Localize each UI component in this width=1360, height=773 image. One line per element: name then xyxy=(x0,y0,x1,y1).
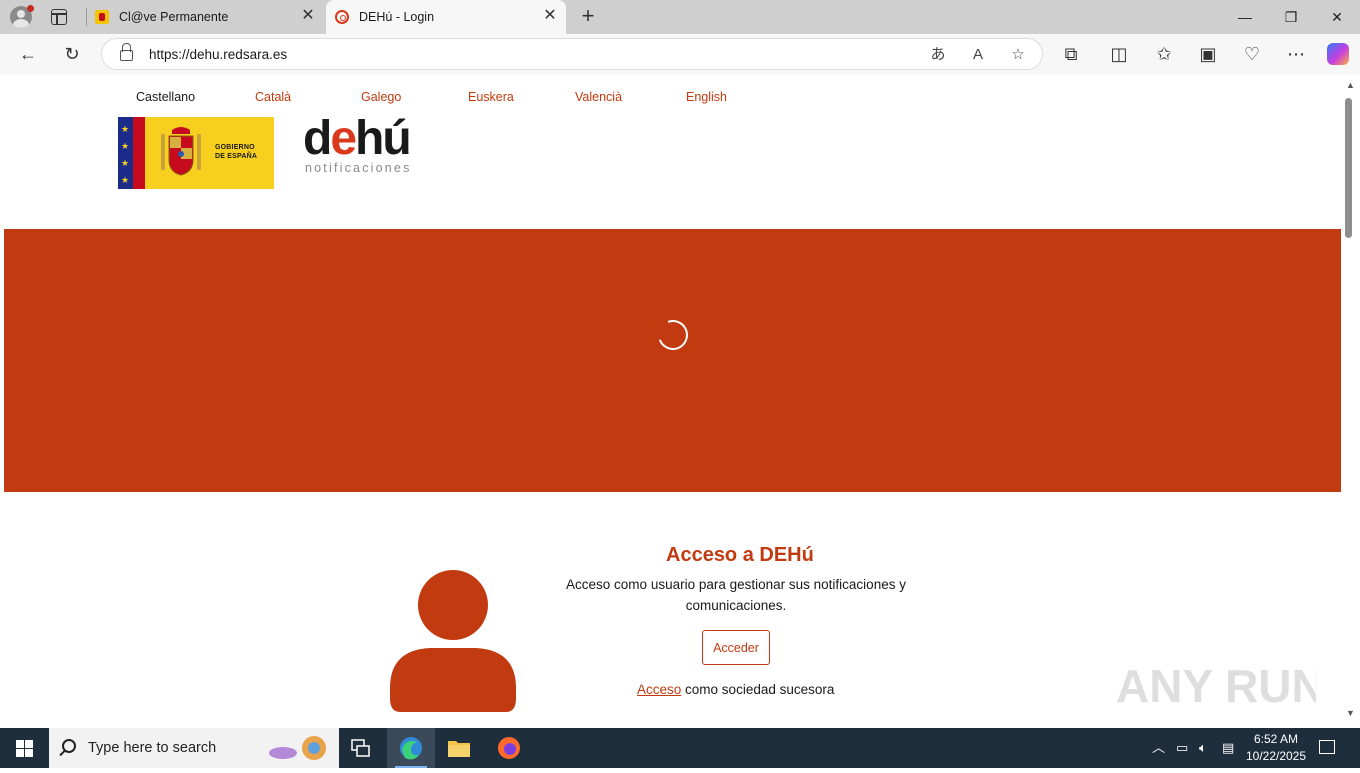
successor-line: Acceso como sociedad sucesora xyxy=(637,682,834,697)
eu-flag-icon: ★ ★ ★ ★ xyxy=(118,117,133,189)
search-placeholder: Type here to search xyxy=(88,740,217,756)
lang-valencia[interactable]: Valencià xyxy=(575,90,622,104)
firefox-icon[interactable] xyxy=(485,728,533,768)
scroll-up-arrow-icon[interactable]: ▲ xyxy=(1345,80,1356,90)
scroll-down-arrow-icon[interactable]: ▼ xyxy=(1345,708,1356,718)
windows-start-icon[interactable] xyxy=(16,740,33,757)
hero-banner xyxy=(4,229,1341,492)
access-description: Acceso como usuario para gestionar sus n… xyxy=(566,577,906,613)
meet-now-icon[interactable]: ▭ xyxy=(1176,740,1188,756)
tab-clave[interactable]: Cl@ve Permanente ✕ xyxy=(86,0,324,34)
close-tab-icon[interactable]: ✕ xyxy=(542,8,558,24)
gobierno-espana-logo[interactable]: ★ ★ ★ ★ GOBIERNO DE ESPAÑA xyxy=(118,117,274,189)
browser-essentials-icon[interactable]: ♡ xyxy=(1242,44,1262,64)
successor-access-link[interactable]: Acceso xyxy=(637,682,681,697)
taskbar-clock[interactable]: 6:52 AM 10/22/2025 xyxy=(1240,731,1312,765)
browser-toolbar: ← ↻ https://dehu.redsara.es あ A ☆ ⧉ ◫ ✩ … xyxy=(0,34,1360,74)
profile-badge-icon xyxy=(27,5,34,12)
more-menu-icon[interactable]: ⋯ xyxy=(1286,44,1306,64)
search-icon xyxy=(62,739,76,753)
collections-icon[interactable]: ▣ xyxy=(1198,44,1218,64)
split-screen-icon[interactable]: ◫ xyxy=(1109,44,1129,64)
back-arrow-icon[interactable]: ← xyxy=(18,44,38,64)
tab-title: Cl@ve Permanente xyxy=(119,10,229,24)
gov-favicon-icon xyxy=(95,10,109,24)
page-scrollbar[interactable]: ▲ ▼ xyxy=(1341,74,1360,724)
notifications-icon[interactable] xyxy=(1319,740,1335,754)
clock-time: 6:52 AM xyxy=(1253,732,1299,746)
new-tab-plus-icon[interactable]: + xyxy=(577,5,599,27)
anyrun-watermark: ANY RUN xyxy=(1116,660,1316,712)
coat-of-arms-icon xyxy=(161,127,201,176)
clock-date: 10/22/2025 xyxy=(1245,749,1307,763)
lang-galego[interactable]: Galego xyxy=(361,90,401,104)
tab-strip: Cl@ve Permanente ✕ DEHú - Login ✕ + — ❐ … xyxy=(0,0,1360,34)
gov-logo-text: GOBIERNO DE ESPAÑA xyxy=(215,144,258,160)
close-tab-icon[interactable]: ✕ xyxy=(300,8,316,24)
access-title: Acceso a DEHú xyxy=(666,544,814,566)
file-explorer-icon[interactable] xyxy=(435,728,483,768)
volume-icon[interactable]: 🔈︎ xyxy=(1199,740,1207,756)
copilot-icon[interactable] xyxy=(1327,43,1349,65)
refresh-icon[interactable]: ↻ xyxy=(62,44,82,64)
address-bar[interactable]: https://dehu.redsara.es あ A ☆ xyxy=(101,38,1043,70)
favorites-icon[interactable]: ✩ xyxy=(1154,44,1174,64)
page-content: Castellano Català Galego Euskera Valenci… xyxy=(4,74,1341,724)
restore-icon[interactable]: ❐ xyxy=(1268,0,1314,34)
dehu-logo-subtitle: notificaciones xyxy=(305,161,412,175)
tab-title: DEHú - Login xyxy=(359,10,435,24)
user-icon xyxy=(390,570,516,712)
close-window-icon[interactable]: ✕ xyxy=(1314,0,1360,34)
tab-actions-icon[interactable] xyxy=(51,9,67,25)
lang-castellano[interactable]: Castellano xyxy=(136,90,195,104)
minimize-icon[interactable]: — xyxy=(1222,0,1268,34)
dehu-logo-word: dehú xyxy=(303,112,412,165)
task-view-icon[interactable] xyxy=(337,728,385,768)
tab-dehu[interactable]: DEHú - Login ✕ xyxy=(326,0,566,34)
search-highlight-art-icon xyxy=(269,736,326,760)
logo-red-stripe xyxy=(133,117,145,189)
dehu-logo[interactable]: dehú notificaciones xyxy=(303,112,428,181)
network-icon[interactable]: ▤ xyxy=(1222,740,1234,756)
lang-english[interactable]: English xyxy=(686,90,727,104)
loading-spinner-icon xyxy=(653,315,693,355)
read-aloud-icon[interactable]: A xyxy=(969,46,987,64)
lang-euskera[interactable]: Euskera xyxy=(468,90,514,104)
scrollbar-thumb[interactable] xyxy=(1345,98,1352,238)
edge-taskbar-icon[interactable] xyxy=(387,728,435,768)
lang-catala[interactable]: Català xyxy=(255,90,291,104)
acceder-button[interactable]: Acceder xyxy=(702,630,770,665)
show-hidden-icons-icon[interactable]: ︿ xyxy=(1152,740,1165,756)
translate-icon[interactable]: あ xyxy=(929,46,947,64)
watermark-text: ANY RUN xyxy=(1116,660,1316,712)
dehu-favicon-icon xyxy=(335,10,349,24)
windows-taskbar: Type here to search ︿ ▭ 🔈︎ ▤ 6:52 AM 10/… xyxy=(0,728,1360,768)
taskbar-search-box[interactable]: Type here to search xyxy=(49,728,339,768)
lock-icon[interactable] xyxy=(120,43,133,61)
url-text[interactable]: https://dehu.redsara.es xyxy=(149,47,287,62)
successor-text: como sociedad sucesora xyxy=(685,682,835,697)
favorite-star-icon[interactable]: ☆ xyxy=(1009,46,1027,64)
extensions-icon[interactable]: ⧉ xyxy=(1061,44,1081,64)
